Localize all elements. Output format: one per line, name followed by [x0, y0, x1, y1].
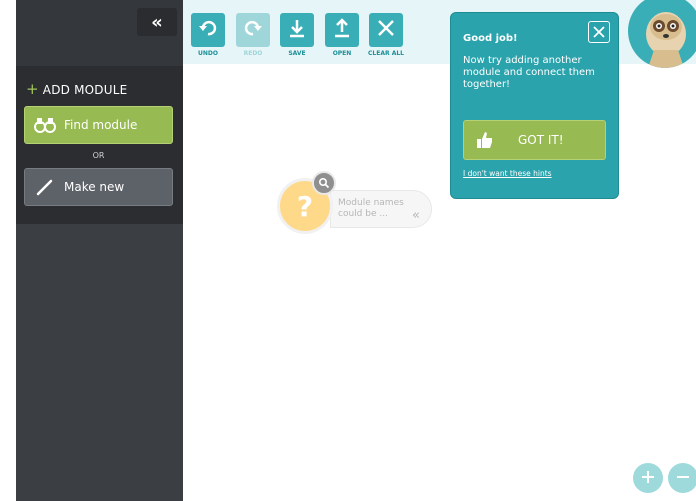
undo-button[interactable]: [191, 13, 225, 47]
zoom-in-button[interactable]: [633, 463, 663, 493]
redo-label: REDO: [243, 50, 263, 57]
find-module-label: Find module: [64, 118, 138, 132]
popup-title: Good job!: [463, 33, 518, 44]
popup-body: Now try adding another module and connec…: [463, 55, 595, 90]
close-icon: [593, 23, 605, 42]
minus-icon: [676, 469, 690, 488]
hint-text: Module names could be ...: [338, 198, 404, 219]
add-module-heading: + ADD MODULE: [26, 80, 127, 98]
undo-icon: [198, 18, 218, 42]
clear-all-label: CLEAR ALL: [368, 50, 404, 57]
download-icon: [287, 18, 307, 42]
x-icon: [376, 18, 396, 42]
plus-icon: [641, 469, 655, 488]
or-separator: OR: [92, 151, 105, 160]
sidebar: « + ADD MODULE Find module OR Make new: [16, 0, 183, 501]
open-label: OPEN: [332, 50, 352, 57]
find-module-button[interactable]: Find module: [24, 106, 173, 144]
undo-label: UNDO: [198, 50, 218, 57]
hint-popup: Good job! Now try adding another module …: [450, 12, 619, 199]
close-popup-button[interactable]: [588, 21, 610, 43]
clear-all-button[interactable]: [369, 13, 403, 47]
double-chevron-left-icon[interactable]: «: [412, 208, 420, 223]
add-module-label: ADD MODULE: [42, 83, 128, 97]
zoom-out-button[interactable]: [668, 463, 696, 493]
got-it-button[interactable]: GOT IT!: [463, 120, 606, 160]
collapse-sidebar-button[interactable]: «: [137, 8, 177, 36]
binoculars-icon: [34, 117, 56, 133]
save-button[interactable]: [280, 13, 314, 47]
redo-button[interactable]: [236, 13, 270, 47]
upload-icon: [332, 18, 352, 42]
redo-icon: [243, 18, 263, 42]
save-label: SAVE: [288, 50, 306, 57]
disable-hints-link[interactable]: I don't want these hints: [463, 169, 552, 178]
make-new-button[interactable]: Make new: [24, 168, 173, 206]
sidebar-header: «: [16, 0, 183, 66]
got-it-label: GOT IT!: [518, 133, 564, 147]
brush-icon: [34, 178, 56, 196]
double-chevron-left-icon: «: [151, 11, 163, 33]
search-icon[interactable]: [312, 171, 336, 195]
plus-icon: +: [26, 80, 39, 98]
make-new-label: Make new: [64, 180, 125, 194]
open-button[interactable]: [325, 13, 359, 47]
thumbs-up-icon: [476, 131, 494, 149]
